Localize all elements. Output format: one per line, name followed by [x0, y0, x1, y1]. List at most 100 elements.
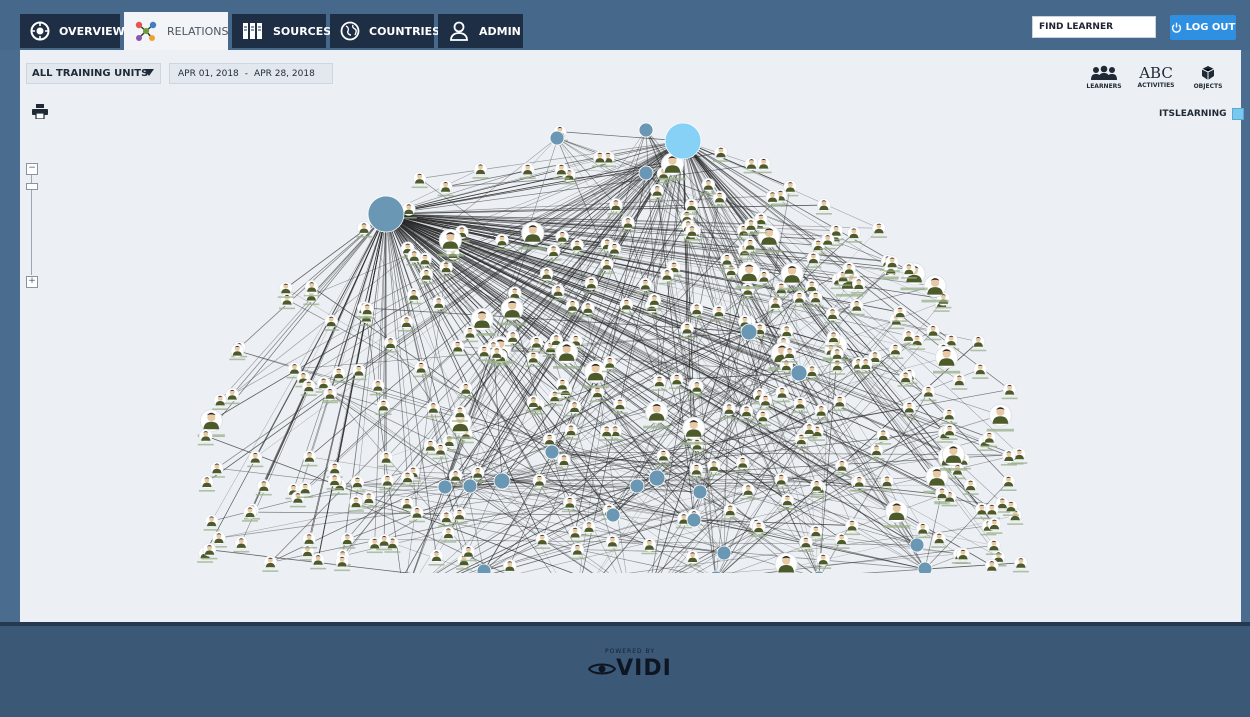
learner-node[interactable]: [428, 549, 445, 566]
relations-network-graph[interactable]: [180, 97, 1040, 573]
learner-node[interactable]: [323, 314, 340, 331]
source-hub-node[interactable]: [740, 323, 758, 341]
zoom-handle[interactable]: [26, 183, 38, 190]
logout-button[interactable]: LOG OUT: [1170, 15, 1236, 40]
learner-node[interactable]: [970, 334, 987, 352]
tab-overview-label: OVERVIEW: [59, 24, 125, 38]
globe-icon: [340, 21, 360, 41]
tab-relations[interactable]: RELATIONS: [124, 12, 228, 50]
objects-label: OBJECTS: [1193, 83, 1223, 90]
source-hub-node[interactable]: [605, 507, 621, 523]
objects-toggle[interactable]: OBJECTS: [1191, 65, 1225, 90]
source-hub-node[interactable]: [462, 478, 478, 494]
learner-node[interactable]: [875, 428, 892, 445]
training-units-select[interactable]: ALL TRAINING UNITS: [26, 63, 161, 84]
learner-node[interactable]: [914, 521, 931, 539]
network-canvas[interactable]: [180, 97, 1040, 573]
tab-sources-label: SOURCES: [273, 24, 332, 38]
learner-node[interactable]: [815, 198, 832, 215]
learner-node[interactable]: [986, 403, 1014, 432]
learner-node[interactable]: [972, 362, 989, 379]
tab-admin-label: ADMIN: [479, 24, 521, 38]
find-learner-input[interactable]: [1032, 16, 1156, 38]
source-hub-node[interactable]: [917, 561, 933, 573]
learner-node[interactable]: [962, 478, 979, 495]
learner-node[interactable]: [845, 226, 862, 243]
learner-node[interactable]: [1000, 474, 1017, 491]
learners-icon: [1091, 65, 1117, 80]
learner-node[interactable]: [356, 221, 372, 238]
learner-node[interactable]: [330, 366, 347, 383]
power-icon: [1171, 22, 1181, 33]
tab-overview[interactable]: OVERVIEW: [20, 14, 125, 48]
source-hub-node[interactable]: [437, 479, 453, 495]
date-to: APR 28, 2018: [254, 68, 315, 79]
source-hub-node[interactable]: [493, 472, 511, 490]
learner-node[interactable]: [743, 157, 760, 174]
vidi-wordmark: VIDI: [585, 656, 675, 681]
date-from: APR 01, 2018: [178, 68, 239, 79]
learner-node[interactable]: [1012, 555, 1029, 573]
zoom-slider[interactable]: − +: [26, 163, 38, 289]
learner-node[interactable]: [472, 162, 489, 179]
cube-icon: [1201, 66, 1215, 80]
zoom-out-button[interactable]: −: [26, 163, 38, 175]
source-hub-node[interactable]: [716, 545, 732, 561]
top-navigation-bar: OVERVIEW RELATIONS SOURCES COUNTRIES ADM…: [0, 0, 1250, 50]
source-hub-node[interactable]: [790, 364, 808, 382]
learner-node[interactable]: [301, 449, 318, 467]
relation-edge: [347, 538, 918, 546]
relation-edge: [559, 131, 684, 142]
learner-node[interactable]: [310, 552, 327, 570]
admin-user-icon: [450, 21, 468, 41]
source-legend-itslearning[interactable]: ITSLEARNING: [1159, 108, 1244, 120]
logout-label: LOG OUT: [1185, 22, 1236, 33]
learner-node[interactable]: [233, 536, 250, 553]
learner-node[interactable]: [255, 479, 272, 496]
source-hub-node[interactable]: [549, 130, 565, 146]
learner-node[interactable]: [870, 221, 887, 238]
source-hub-node[interactable]: [367, 195, 405, 233]
source-hub-node[interactable]: [648, 469, 666, 487]
learners-label: LEARNERS: [1086, 83, 1122, 90]
relation-edge: [263, 213, 387, 487]
source-hub-node[interactable]: [909, 537, 925, 553]
learner-node[interactable]: [279, 292, 295, 310]
eye-icon: [587, 663, 617, 675]
zoom-track[interactable]: [31, 175, 32, 275]
vidi-brand-text: VIDI: [616, 656, 672, 681]
learner-node[interactable]: [925, 323, 942, 341]
learner-node[interactable]: [411, 171, 428, 189]
source-hub-node[interactable]: [686, 512, 702, 528]
learner-node[interactable]: [951, 373, 968, 390]
source-hub-node[interactable]: [638, 122, 654, 138]
overview-icon: [30, 21, 50, 41]
learner-node[interactable]: [203, 514, 220, 531]
learner-node[interactable]: [755, 156, 772, 174]
source-hub-node[interactable]: [692, 484, 708, 500]
relations-icon: [135, 21, 157, 41]
tab-admin[interactable]: ADMIN: [438, 14, 523, 48]
learner-node[interactable]: [413, 360, 430, 378]
relations-panel: ALL TRAINING UNITS APR 01, 2018 - APR 28…: [20, 50, 1244, 622]
learner-node[interactable]: [262, 555, 279, 572]
print-icon: [32, 104, 48, 120]
tab-countries[interactable]: COUNTRIES: [330, 14, 440, 48]
source-hub-node[interactable]: [544, 444, 560, 460]
print-button[interactable]: [32, 104, 48, 123]
powered-by-text: POWERED BY: [604, 648, 655, 655]
learner-node[interactable]: [457, 381, 474, 399]
source-hub-node[interactable]: [629, 478, 645, 494]
date-range-picker[interactable]: APR 01, 2018 - APR 28, 2018: [169, 63, 333, 84]
source-hub-node[interactable]: [812, 570, 826, 573]
learner-node[interactable]: [405, 287, 422, 305]
activities-toggle[interactable]: ABC ACTIVITIES: [1136, 65, 1176, 89]
zoom-in-button[interactable]: +: [26, 276, 38, 288]
source-hub-node[interactable]: [638, 165, 654, 181]
tab-sources[interactable]: SOURCES: [232, 14, 331, 48]
itslearning-hub-node[interactable]: [664, 122, 702, 160]
date-separator: -: [244, 68, 249, 79]
activities-icon: ABC: [1139, 64, 1173, 82]
learners-toggle[interactable]: LEARNERS: [1086, 65, 1122, 90]
sources-icon: [243, 23, 262, 39]
